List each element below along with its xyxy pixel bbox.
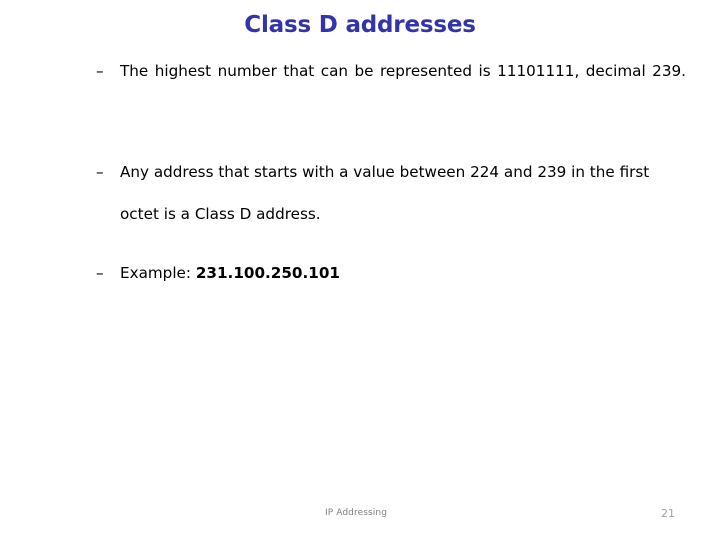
list-item-text: The highest number that can be represent… xyxy=(120,62,686,80)
list-item-text: Example: 231.100.250.101 xyxy=(120,252,665,294)
list-item-text: Any address that starts with a value bet… xyxy=(120,163,650,223)
list-item: – The highest number that can be represe… xyxy=(90,50,686,134)
bullet-list: – The highest number that can be represe… xyxy=(90,50,686,294)
bullet-dash-icon: – xyxy=(96,264,104,282)
bullet-dash-icon: – xyxy=(96,163,104,181)
list-item: – Example: 231.100.250.101 xyxy=(90,252,665,294)
bullet-dash-icon: – xyxy=(96,62,104,80)
example-ip-address: 231.100.250.101 xyxy=(195,264,340,282)
slide: Class D addresses – The highest number t… xyxy=(0,0,720,540)
page-number: 21 xyxy=(661,507,675,520)
example-label: Example: xyxy=(120,264,196,282)
page-title: Class D addresses xyxy=(244,12,476,38)
list-item: – Any address that starts with a value b… xyxy=(90,151,665,235)
footer-note: IP Addressing xyxy=(325,508,388,518)
